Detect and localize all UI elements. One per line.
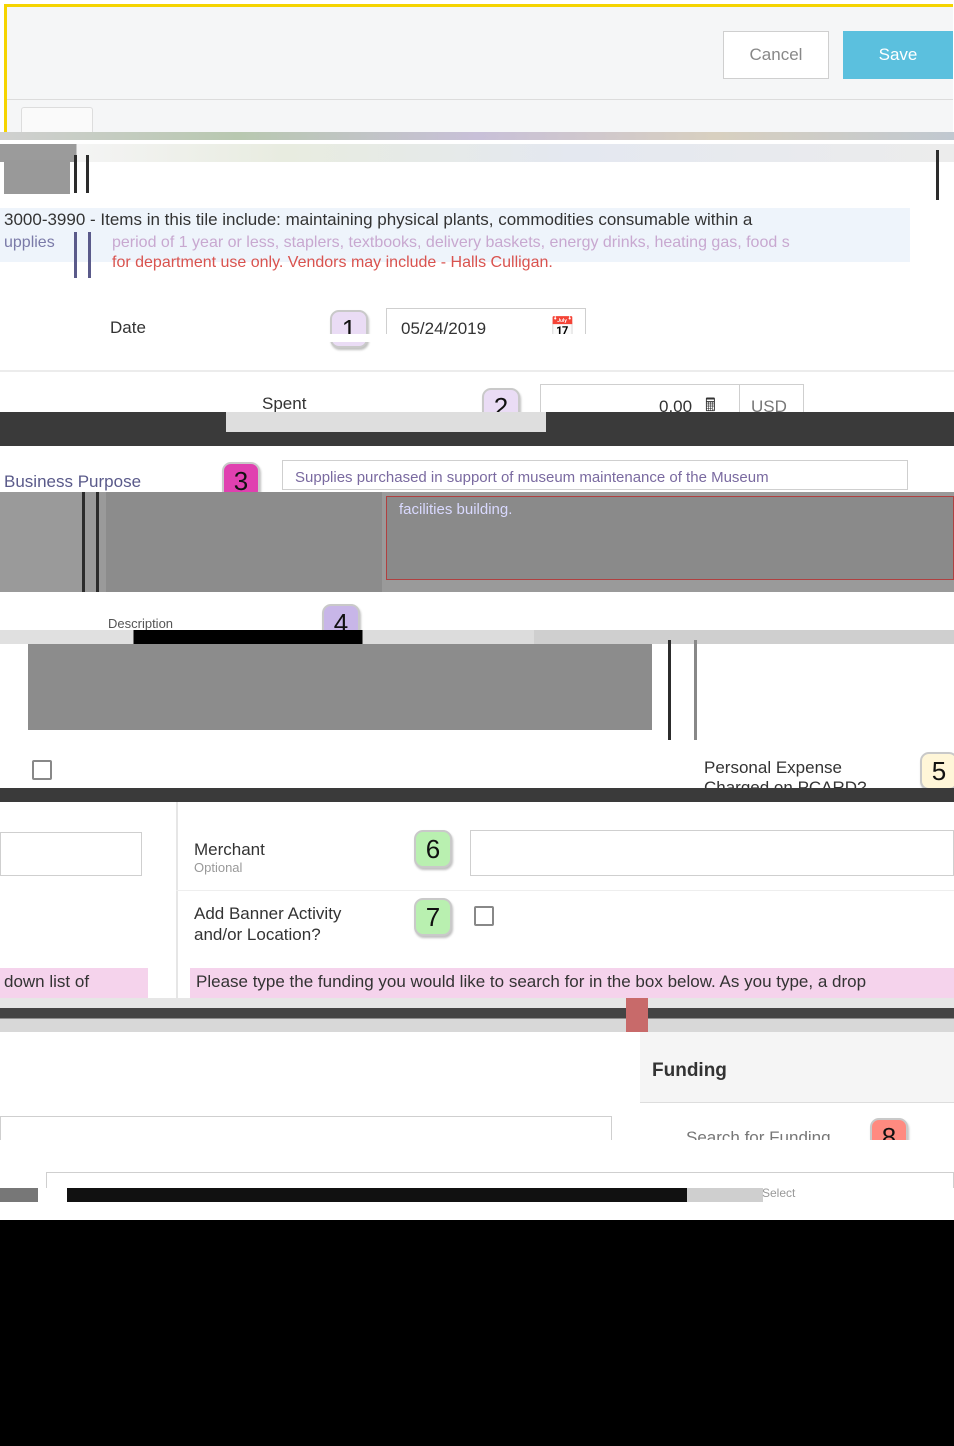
charged-on-pcard-label: Charged on PCARD?	[704, 778, 867, 788]
tile-vendor-note: for department use only. Vendors may inc…	[112, 254, 553, 271]
render-artifact-band	[0, 788, 954, 802]
spent-label: Spent	[262, 394, 307, 413]
business-purpose-continued: facilities building.	[399, 501, 513, 518]
funding-hint-text: Please type the funding you would like t…	[196, 972, 867, 991]
business-purpose-value: Supplies purchased in support of museum …	[295, 469, 769, 486]
description-label: Description	[108, 616, 174, 631]
render-artifact-band	[0, 630, 954, 644]
render-artifact-band	[0, 132, 954, 140]
step-badge-5: 5	[920, 752, 954, 790]
funding-title: Funding	[652, 1060, 727, 1081]
personal-expense-label: Personal Expense	[704, 758, 842, 777]
step-badge-7: 7	[414, 898, 452, 936]
tile-description: 3000-3990 - Items in this tile include: …	[4, 210, 753, 229]
banner-activity-label: Add Banner Activity	[194, 904, 342, 923]
render-artifact-band	[0, 998, 954, 1032]
step-badge-1: 1	[330, 310, 368, 348]
expense-form-canvas: Cancel Save 3000-3990 - Items in this ti…	[0, 0, 954, 1220]
merchant-input[interactable]	[470, 830, 954, 876]
left-input[interactable]	[0, 832, 142, 876]
banner-location-label: and/or Location?	[194, 925, 321, 944]
merchant-label: Merchant	[194, 840, 265, 859]
form-header: Cancel Save	[4, 4, 953, 136]
merchant-optional: Optional	[194, 860, 243, 875]
select-label: Select	[762, 1186, 796, 1200]
step-badge-6: 6	[414, 830, 452, 868]
save-button[interactable]: Save	[843, 31, 953, 79]
left-checkbox[interactable]	[32, 760, 52, 780]
header-divider	[7, 99, 953, 100]
business-purpose-input[interactable]: Supplies purchased in support of museum …	[282, 460, 908, 490]
left-funding-panel	[0, 1116, 612, 1142]
left-hint-text: down list of	[4, 972, 90, 991]
business-purpose-label: Business Purpose	[4, 472, 142, 491]
tile-description-line2: period of 1 year or less, staplers, text…	[112, 234, 790, 251]
tile-category-label: upplies	[4, 234, 55, 251]
render-artifact-band	[0, 144, 954, 162]
cancel-button[interactable]: Cancel	[723, 31, 829, 79]
banner-activity-checkbox[interactable]	[474, 906, 494, 926]
render-artifact-band	[0, 1188, 954, 1202]
render-artifact-block	[4, 160, 70, 194]
description-textarea[interactable]	[28, 644, 652, 730]
